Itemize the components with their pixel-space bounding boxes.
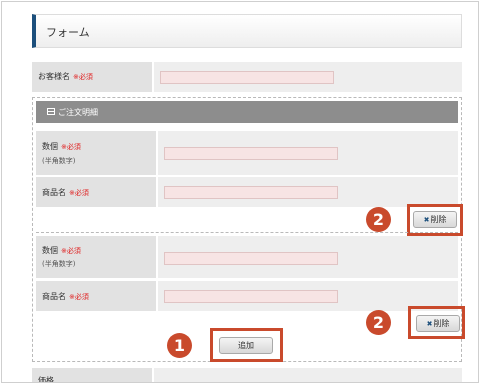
item1-quantity-label-cell: 数個 ※必須 (半角数字)	[36, 131, 156, 175]
item1-quantity-field-cell	[158, 131, 458, 175]
required-mark: ※必須	[69, 189, 89, 197]
item1-quantity-input[interactable]	[164, 147, 338, 160]
customer-name-label-cell: お客様名 ※必須	[32, 62, 152, 92]
required-mark: ※必須	[69, 293, 89, 301]
item-divider	[36, 232, 458, 233]
form-title-bar: フォーム	[32, 14, 462, 48]
form-page: フォーム お客様名 ※必須 ご注文明細 数個 ※必須 (半角数字) 商品名 ※必須 ✖…	[1, 1, 479, 383]
item2-quantity-input[interactable]	[164, 252, 338, 265]
item1-quantity-label: 数個	[42, 142, 58, 151]
item1-product-input[interactable]	[164, 186, 338, 199]
customer-name-input[interactable]	[160, 71, 334, 84]
item2-product-label: 商品名	[42, 292, 66, 301]
item2-quantity-label-cell: 数個 ※必須 (半角数字)	[36, 236, 156, 278]
delete-callout-box	[408, 306, 465, 339]
item2-product-input[interactable]	[164, 290, 338, 303]
item1-product-label-cell: 商品名 ※必須	[36, 177, 156, 207]
price-field-cell	[154, 368, 462, 382]
required-mark: ※必須	[73, 73, 93, 81]
table-icon	[47, 108, 55, 115]
item1-product-field-cell	[158, 177, 458, 207]
item1-product-label: 商品名	[42, 188, 66, 197]
item2-quantity-field-cell	[158, 236, 458, 278]
required-mark: ※必須	[61, 143, 81, 151]
form-title: フォーム	[46, 26, 90, 39]
customer-name-label: お客様名	[38, 72, 70, 81]
customer-name-field-cell	[154, 62, 462, 92]
add-callout-badge: 1	[167, 333, 192, 358]
add-callout-box	[210, 328, 283, 362]
order-details-title: ご注文明細	[58, 108, 98, 117]
price-label-cell: 価格	[32, 368, 152, 382]
item1-quantity-note: (半角数字)	[42, 157, 76, 165]
delete-callout-badge: 2	[366, 310, 391, 335]
item2-quantity-label: 数個	[42, 246, 58, 255]
delete-callout-badge: 2	[366, 207, 391, 232]
item2-quantity-note: (半角数字)	[42, 260, 76, 268]
required-mark: ※必須	[61, 247, 81, 255]
order-details-header: ご注文明細	[36, 101, 458, 123]
item2-product-label-cell: 商品名 ※必須	[36, 281, 156, 311]
